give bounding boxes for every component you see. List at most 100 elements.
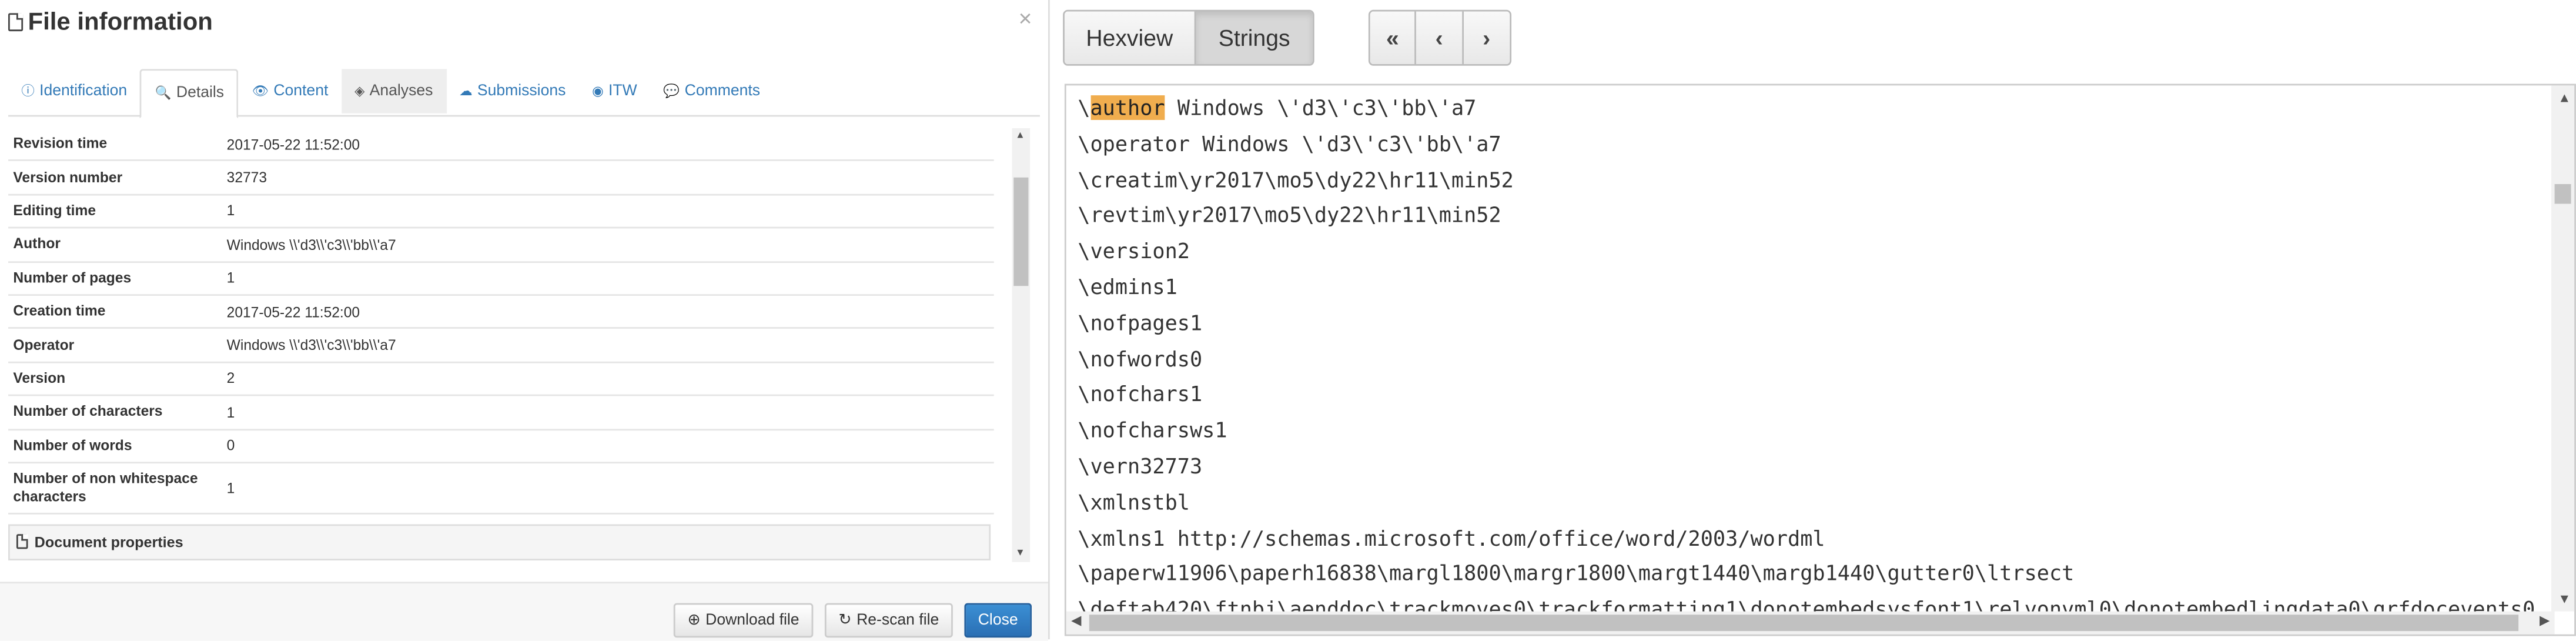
tab-identification[interactable]: ⓘ Identification [8, 69, 140, 113]
tab-label: Submissions [477, 81, 566, 100]
modal-footer: ⊕ Download file ↻ Re-scan file Close [0, 582, 1048, 641]
details-panel: Revision time 2017-05-22 11:52:00 Versio… [8, 128, 1030, 562]
detail-key: Number of characters [13, 403, 163, 420]
scroll-right-icon[interactable]: ▶ [2540, 613, 2550, 627]
download-file-button[interactable]: ⊕ Download file [673, 603, 814, 638]
scrollbar-thumb[interactable] [1013, 177, 1029, 286]
tab-label: ITW [608, 81, 637, 100]
string-line: \version2 [1078, 238, 1190, 263]
eye-icon: 👁 [252, 83, 269, 98]
tab-label: Content [273, 81, 329, 100]
search-highlight: author [1090, 95, 1165, 121]
tab-label: Details [176, 84, 225, 102]
tab-label: Comments [684, 81, 761, 100]
detail-row: Number of words 0 [8, 430, 994, 463]
detail-key: Number of pages [13, 269, 132, 286]
file-icon [16, 535, 28, 550]
string-line: \nofwords0 [1078, 346, 1203, 371]
next-page-button[interactable]: › [1463, 11, 1510, 64]
detail-value: 1 [226, 270, 235, 286]
tab-bar: ⓘ Identification 🔍 Details 👁 Content ◈ A… [8, 69, 1040, 119]
first-page-button[interactable]: « [1370, 11, 1417, 64]
strings-viewer: Hexview Strings « ‹ › \author Windows \'… [1053, 0, 2576, 640]
button-label: Close [978, 611, 1018, 630]
document-properties-header[interactable]: Document properties [8, 524, 991, 560]
detail-key: Version number [13, 168, 123, 185]
hexview-button[interactable]: Hexview [1064, 11, 1196, 64]
detail-row: Version number 32773 [8, 162, 994, 195]
scroll-down-icon[interactable]: ▼ [1015, 549, 1025, 559]
button-label: Download file [705, 611, 799, 630]
detail-row: Creation time 2017-05-22 11:52:00 [8, 296, 994, 329]
close-icon[interactable]: × [1019, 5, 1032, 31]
detail-key: Number of non whitespace characters [13, 469, 198, 505]
detail-row: Editing time 1 [8, 195, 994, 229]
detail-value: 0 [226, 437, 235, 454]
scroll-down-icon[interactable]: ▼ [2558, 592, 2571, 606]
scroll-left-icon[interactable]: ◀ [1071, 613, 1081, 627]
tab-details[interactable]: 🔍 Details [140, 69, 239, 119]
detail-value: 2017-05-22 11:52:00 [226, 136, 360, 153]
strings-horizontal-scrollbar[interactable]: ◀ ▶ [1066, 611, 2555, 635]
tab-itw[interactable]: ◉ ITW [579, 69, 650, 113]
string-line: \operator Windows \'d3\'c3\'bb\'a7 [1078, 131, 1501, 156]
tab-submissions[interactable]: ☁ Submissions [446, 69, 579, 113]
string-line: \nofpages1 [1078, 310, 1203, 335]
string-line: \author Windows \'d3\'c3\'bb\'a7 [1078, 95, 1477, 121]
detail-key: Version [13, 369, 66, 386]
detail-key: Revision time [13, 135, 108, 152]
detail-row: Number of non whitespace characters 1 [8, 463, 994, 515]
string-line: \nofcharsws1 [1078, 418, 1227, 443]
double-chevron-left-icon: « [1386, 24, 1399, 51]
shield-icon: ◈ [354, 83, 365, 98]
detail-value: Windows \\'d3\\'c3\\'bb\\'a7 [226, 236, 396, 253]
detail-row: Revision time 2017-05-22 11:52:00 [8, 128, 994, 162]
file-icon [8, 13, 24, 32]
button-label: Re-scan file [857, 611, 939, 630]
detail-key: Editing time [13, 202, 96, 219]
tab-content[interactable]: 👁 Content [239, 69, 341, 113]
file-information-modal: File information × ⓘ Identification 🔍 De… [0, 0, 1050, 641]
detail-key: Creation time [13, 302, 106, 319]
info-icon: ⓘ [21, 83, 35, 98]
scrollbar-thumb[interactable] [1089, 615, 2519, 632]
scrollbar-thumb[interactable] [2554, 183, 2571, 204]
detail-row: Version 2 [8, 363, 994, 396]
detail-value: 32773 [226, 169, 267, 186]
details-scrollbar[interactable]: ▲ ▼ [1012, 128, 1031, 562]
strings-button[interactable]: Strings [1196, 11, 1313, 64]
strings-output[interactable]: \author Windows \'d3\'c3\'bb\'a7 \operat… [1064, 84, 2576, 636]
previous-page-button[interactable]: ‹ [1416, 11, 1464, 64]
view-mode-toggle: Hexview Strings [1063, 9, 1314, 66]
strings-vertical-scrollbar[interactable]: ▲ ▼ [2551, 85, 2575, 612]
tab-comments[interactable]: 💬 Comments [650, 69, 773, 113]
chevron-left-icon: ‹ [1435, 24, 1443, 51]
detail-key: Number of words [13, 436, 132, 453]
detail-key: Operator [13, 336, 75, 353]
scroll-up-icon[interactable]: ▲ [2558, 91, 2571, 105]
string-line: \xmlnstbl [1078, 489, 1190, 515]
tab-analyses[interactable]: ◈ Analyses [341, 69, 446, 113]
modal-header: File information × [0, 0, 1048, 49]
refresh-icon: ↻ [838, 611, 852, 630]
detail-value: 1 [226, 403, 235, 420]
detail-row: Number of pages 1 [8, 262, 994, 296]
magnifier-icon: 🔍 [155, 85, 172, 101]
tab-label: Analyses [369, 81, 433, 100]
close-button[interactable]: Close [964, 603, 1032, 638]
detail-value: 2017-05-22 11:52:00 [226, 303, 360, 320]
detail-row: Author Windows \\'d3\\'c3\\'bb\\'a7 [8, 229, 994, 262]
string-line: \nofchars1 [1078, 382, 1203, 407]
modal-title: File information [8, 8, 213, 36]
detail-value: 1 [226, 203, 235, 219]
tab-label: Identification [39, 81, 128, 100]
detail-value: 1 [226, 479, 235, 496]
scroll-up-icon[interactable]: ▲ [1015, 132, 1025, 142]
string-line: \revtim\yr2017\mo5\dy22\hr11\min52 [1078, 202, 1501, 228]
rescan-file-button[interactable]: ↻ Re-scan file [824, 603, 953, 638]
string-line: \creatim\yr2017\mo5\dy22\hr11\min52 [1078, 166, 1514, 192]
chevron-right-icon: › [1483, 24, 1491, 51]
cloud-upload-icon: ☁ [459, 83, 473, 98]
comments-icon: 💬 [663, 83, 680, 98]
string-line-rest: Windows \'d3\'c3\'bb\'a7 [1165, 95, 1477, 121]
